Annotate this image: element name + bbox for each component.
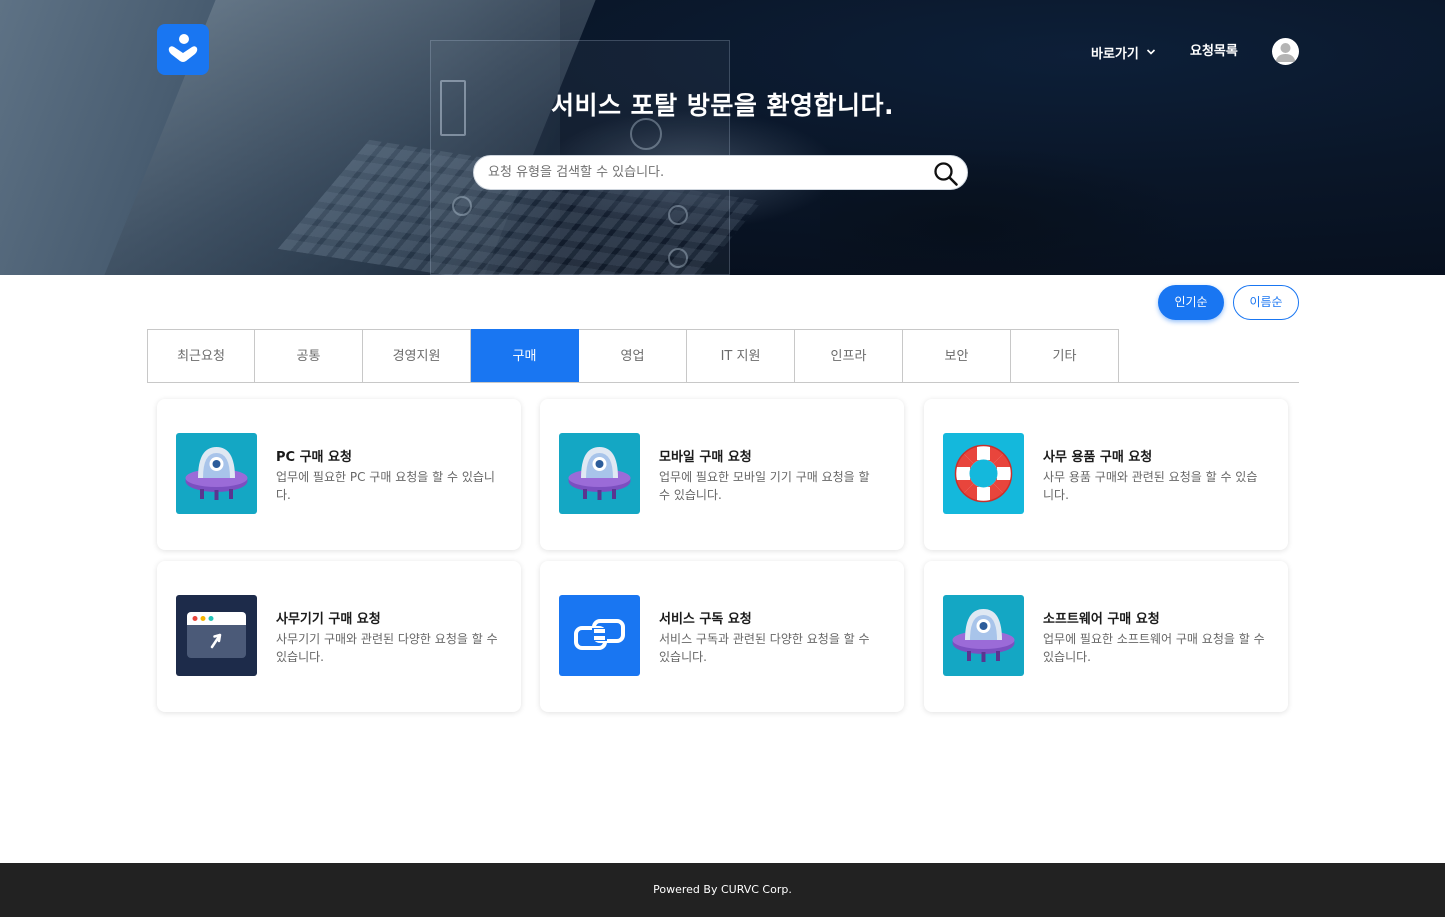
card-description: 업무에 필요한 소프트웨어 구매 요청을 할 수 있습니다. (1043, 632, 1265, 664)
card-title: 서비스 구독 요청 (659, 612, 752, 627)
robot-ufo-icon (943, 595, 1024, 676)
request-card-office-equipment[interactable]: 사무기기 구매 요청 사무기기 구매와 관련된 다양한 요청을 할 수 있습니다… (157, 561, 521, 712)
check-circle-icon (668, 248, 688, 268)
portal-logo[interactable] (157, 24, 209, 75)
sort-popular-button[interactable]: 인기순 (1158, 285, 1224, 320)
person-icon (630, 118, 662, 150)
nav-request-list[interactable]: 요청목록 (1190, 42, 1238, 62)
card-title: 모바일 구매 요청 (659, 450, 752, 465)
card-title: 사무기기 구매 요청 (276, 612, 381, 627)
search-bar (473, 155, 968, 190)
page-title: 서비스 포탈 방문을 환영합니다. (550, 91, 895, 120)
monitor-icon (452, 196, 472, 216)
card-description: 업무에 필요한 PC 구매 요청을 할 수 있습니다. (276, 470, 495, 502)
tab-recent[interactable]: 최근요청 (147, 329, 255, 383)
sort-name-button[interactable]: 이름순 (1233, 285, 1299, 320)
nav-shortcut-label: 바로가기 (1091, 46, 1139, 62)
user-avatar[interactable] (1272, 38, 1299, 65)
tabs-divider (147, 382, 1299, 383)
check-circle-icon (668, 205, 688, 225)
tab-common[interactable]: 공통 (255, 329, 363, 383)
tab-infra[interactable]: 인프라 (795, 329, 903, 383)
user-icon (1275, 43, 1296, 62)
search-icon[interactable] (933, 161, 959, 187)
card-description: 사무 용품 구매와 관련된 요청을 할 수 있습니다. (1043, 470, 1258, 502)
card-title: 사무 용품 구매 요청 (1043, 450, 1153, 465)
tab-etc[interactable]: 기타 (1011, 329, 1119, 383)
card-description: 업무에 필요한 모바일 기기 구매 요청을 할 수 있습니다. (659, 470, 870, 502)
request-card-office-supplies[interactable]: 사무 용품 구매 요청 사무 용품 구매와 관련된 요청을 할 수 있습니다. (924, 399, 1288, 550)
card-description: 서비스 구독과 관련된 다양한 요청을 할 수 있습니다. (659, 632, 870, 664)
request-card-pc[interactable]: PC 구매 요청 업무에 필요한 PC 구매 요청을 할 수 있습니다. (157, 399, 521, 550)
request-card-subscription[interactable]: 서비스 구독 요청 서비스 구독과 관련된 다양한 요청을 할 수 있습니다. (540, 561, 904, 712)
search-input[interactable] (488, 156, 918, 189)
robot-ufo-icon (559, 433, 640, 514)
card-title: PC 구매 요청 (276, 450, 352, 465)
card-title: 소프트웨어 구매 요청 (1043, 612, 1160, 627)
logo-icon (168, 34, 198, 62)
lifebuoy-icon (943, 433, 1024, 514)
card-description: 사무기기 구매와 관련된 다양한 요청을 할 수 있습니다. (276, 632, 498, 664)
request-card-software[interactable]: 소프트웨어 구매 요청 업무에 필요한 소프트웨어 구매 요청을 할 수 있습니… (924, 561, 1288, 712)
nav-shortcut-menu[interactable]: 바로가기 (1091, 42, 1156, 62)
request-card-mobile[interactable]: 모바일 구매 요청 업무에 필요한 모바일 기기 구매 요청을 할 수 있습니다… (540, 399, 904, 550)
footer: Powered By CURVC Corp. (0, 863, 1445, 917)
tab-it-support[interactable]: IT 지원 (687, 329, 795, 383)
tab-sales[interactable]: 영업 (579, 329, 687, 383)
tab-management[interactable]: 경영지원 (363, 329, 471, 383)
chevron-down-icon (1146, 49, 1155, 55)
browser-window-icon (176, 595, 257, 676)
footer-text: Powered By CURVC Corp. (653, 883, 792, 896)
tab-purchase[interactable]: 구매 (471, 329, 579, 383)
robot-ufo-icon (176, 433, 257, 514)
category-tabs: 최근요청 공통 경영지원 구매 영업 IT 지원 인프라 보안 기타 (147, 329, 1119, 383)
link-icon (559, 595, 640, 676)
tab-security[interactable]: 보안 (903, 329, 1011, 383)
